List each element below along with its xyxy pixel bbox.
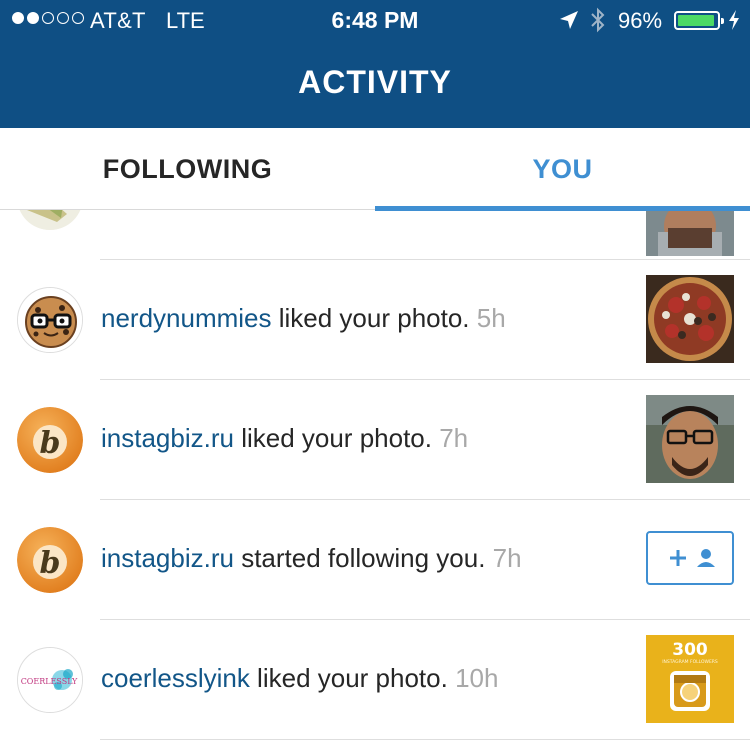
- notification-text: instagbiz.ru started following you. 7h: [101, 543, 522, 574]
- cookie-glasses-avatar-icon[interactable]: [17, 287, 83, 353]
- list-item[interactable]: COERLESSLY coerlesslyink liked your phot…: [0, 620, 750, 740]
- username-link[interactable]: nerdynummies: [101, 303, 272, 333]
- tab-you[interactable]: YOU: [375, 128, 750, 210]
- active-tab-indicator: [375, 206, 750, 211]
- battery-icon: [674, 11, 724, 30]
- status-bar: AT&T LTE 6:48 PM 96%: [0, 0, 750, 40]
- page-title: ACTIVITY: [298, 64, 452, 100]
- tab-following[interactable]: FOLLOWING: [0, 128, 375, 210]
- pizza-photo-thumbnail[interactable]: [646, 275, 734, 363]
- svg-text:b: b: [40, 546, 61, 581]
- svg-text:b: b: [40, 426, 61, 461]
- activity-tabs: FOLLOWING YOU: [0, 128, 750, 211]
- orange-b-logo-avatar-icon[interactable]: b: [17, 407, 83, 473]
- username-link[interactable]: coerlesslyink: [101, 663, 250, 693]
- followers-300-photo-thumbnail[interactable]: 300 INSTAGRAM FOLLOWERS: [646, 635, 734, 723]
- location-arrow-icon: [560, 11, 578, 29]
- coerlessly-logo-avatar-icon[interactable]: COERLESSLY: [17, 647, 83, 713]
- username-link[interactable]: instagbiz.ru: [101, 543, 234, 573]
- notification-time: 7h: [439, 423, 469, 453]
- food-avatar-icon[interactable]: [17, 210, 83, 230]
- coerlessly-logo-text: COERLESSLY: [21, 677, 78, 686]
- list-item[interactable]: b instagbiz.ru started following you. 7h: [0, 500, 750, 620]
- orange-b-logo-avatar-icon[interactable]: b: [17, 527, 83, 593]
- notification-action: started following you.: [233, 543, 486, 573]
- thumb-number: 300: [672, 640, 708, 660]
- notification-time: 7h: [492, 543, 522, 573]
- thumb-caption: INSTAGRAM FOLLOWERS: [662, 659, 718, 665]
- notification-action: liked your photo.: [233, 423, 432, 453]
- list-item[interactable]: b instagbiz.ru liked your photo. 7h: [0, 380, 750, 500]
- follow-back-button[interactable]: [646, 531, 734, 585]
- notification-time: 10h: [455, 663, 499, 693]
- selfie-photo-thumbnail[interactable]: [646, 395, 734, 483]
- username-link[interactable]: instagbiz.ru: [101, 423, 234, 453]
- notification-action: liked your photo.: [271, 303, 470, 333]
- charging-bolt-icon: [729, 10, 739, 30]
- bluetooth-icon: [591, 7, 605, 33]
- activity-list[interactable]: nerdynummies liked your photo. 5h b inst…: [0, 210, 750, 750]
- list-item[interactable]: nerdynummies liked your photo. 5h: [0, 260, 750, 380]
- battery-percent: 96%: [618, 8, 663, 33]
- list-item[interactable]: [0, 210, 750, 260]
- top-bar: AT&T LTE 6:48 PM 96% ACTIVITY: [0, 0, 750, 128]
- notification-time: 5h: [476, 303, 506, 333]
- battery-level-fill: [678, 15, 715, 26]
- notification-text: nerdynummies liked your photo. 5h: [101, 303, 506, 334]
- add-user-icon: [670, 549, 715, 567]
- notification-text: instagbiz.ru liked your photo. 7h: [101, 423, 468, 454]
- selfie-photo-thumbnail[interactable]: [646, 210, 734, 256]
- notification-text: coerlesslyink liked your photo. 10h: [101, 663, 498, 694]
- notification-action: liked your photo.: [249, 663, 448, 693]
